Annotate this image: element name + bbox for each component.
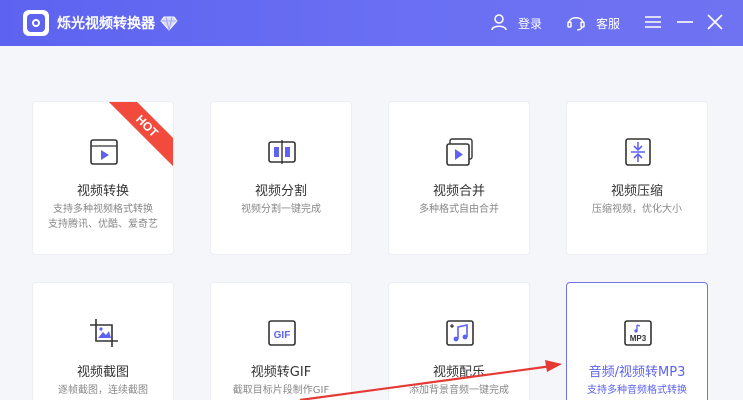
- music-icon: [446, 320, 474, 346]
- card-title: 视频截图: [76, 365, 129, 380]
- card-desc: 截取目标片段制作GIF: [232, 385, 330, 396]
- gif-icon: GIF: [268, 320, 296, 346]
- split-icon: [268, 140, 296, 164]
- svg-text:MP3: MP3: [630, 334, 647, 343]
- card-title: 视频配乐: [432, 365, 485, 380]
- card-desc: 添加背景音频一键完成: [409, 385, 509, 396]
- compress-icon: [625, 138, 651, 166]
- card-video-split[interactable]: 视频分割 视频分割一键完成: [210, 101, 352, 255]
- card-video-convert[interactable]: 视频转换 支持多种视频格式转换 支持腾讯、优酷、爱奇艺 HOT: [32, 101, 174, 255]
- card-title: 视频压缩: [610, 184, 663, 199]
- card-video-screenshot[interactable]: 视频截图 逐帧截图，连续截图: [32, 282, 174, 400]
- headset-icon[interactable]: [566, 13, 586, 31]
- card-desc: 多种格式自由合并: [419, 204, 499, 215]
- card-video-to-gif[interactable]: GIF 视频转GIF 截取目标片段制作GIF: [210, 282, 352, 400]
- menu-icon[interactable]: [644, 14, 662, 30]
- card-title: 视频转GIF: [250, 365, 312, 380]
- card-video-merge[interactable]: 视频合并 多种格式自由合并: [388, 101, 530, 255]
- minimize-icon[interactable]: [676, 14, 694, 30]
- app-logo-icon: [23, 10, 49, 36]
- merge-icon: [446, 138, 473, 166]
- app-title: 烁光视频转换器: [57, 16, 155, 32]
- vip-diamond-icon[interactable]: [160, 14, 178, 32]
- card-desc: 压缩视频，优化大小: [592, 204, 682, 215]
- svg-text:GIF: GIF: [274, 330, 291, 341]
- title-bar: 烁光视频转换器 登录 客服: [0, 0, 743, 46]
- user-icon[interactable]: [490, 13, 508, 31]
- customer-service-link[interactable]: 客服: [596, 15, 620, 32]
- mp3-icon: MP3: [624, 320, 652, 346]
- card-desc: 视频分割一键完成: [241, 204, 321, 215]
- card-desc: 支持多种音频格式转换: [587, 385, 687, 396]
- card-title: 视频合并: [432, 184, 485, 199]
- close-icon[interactable]: [706, 13, 724, 31]
- card-video-compress[interactable]: 视频压缩 压缩视频，优化大小: [566, 101, 708, 255]
- login-link[interactable]: 登录: [518, 15, 542, 32]
- screenshot-icon: [90, 319, 118, 347]
- card-desc: 逐帧截图，连续截图: [58, 385, 148, 396]
- card-title: 音频/视频转MP3: [588, 365, 686, 380]
- card-desc: 支持多种视频格式转换 支持腾讯、优酷、爱奇艺: [48, 204, 158, 230]
- card-video-music[interactable]: 视频配乐 添加背景音频一键完成: [388, 282, 530, 400]
- video-play-icon: [90, 139, 118, 165]
- card-audio-video-to-mp3[interactable]: MP3 音频/视频转MP3 支持多种音频格式转换: [566, 282, 708, 400]
- card-title: 视频转换: [76, 184, 129, 199]
- card-title: 视频分割: [254, 184, 307, 199]
